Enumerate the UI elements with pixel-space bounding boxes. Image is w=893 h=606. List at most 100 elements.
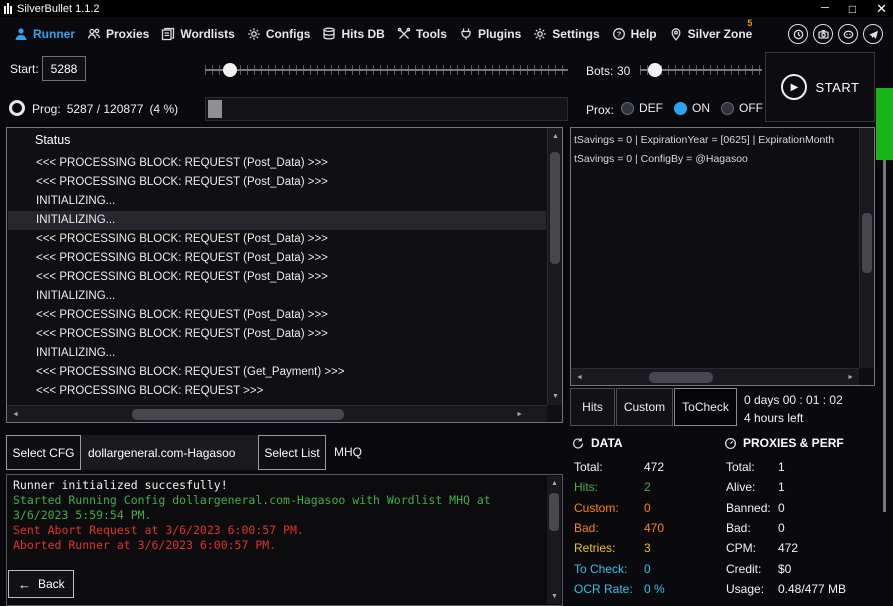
status-log-line[interactable]: <<< PROCESSING BLOCK: REQUEST (Post_Data… xyxy=(8,173,546,192)
stat-row: Usage:0.48/477 MB xyxy=(726,579,884,599)
status-log-line[interactable]: <<< PROCESSING BLOCK: REQUEST (Post_Data… xyxy=(8,154,546,173)
menu-label: Silver Zone xyxy=(688,27,753,41)
log-line: Runner initialized succesfully! xyxy=(13,478,544,493)
menu-plugins[interactable]: Plugins xyxy=(453,17,527,51)
scroll-down-icon[interactable]: ▼ xyxy=(551,593,558,600)
scroll-up-icon[interactable]: ▲ xyxy=(551,480,558,487)
stat-label: Hits: xyxy=(574,480,644,494)
status-vertical-scrollbar[interactable]: ▲ ▼ xyxy=(547,128,562,405)
proxy-stats-title: PROXIES & PERF xyxy=(743,436,844,450)
stat-label: Total: xyxy=(574,460,644,474)
bots-value: 30 xyxy=(617,64,630,78)
scroll-down-icon[interactable]: ▼ xyxy=(552,393,559,400)
prox-def-radio[interactable]: DEF xyxy=(621,101,663,115)
stat-label: To Check: xyxy=(574,562,644,576)
prox-off-radio[interactable]: OFF xyxy=(721,101,763,115)
scrollbar-thumb[interactable] xyxy=(862,213,872,273)
scroll-right-icon[interactable]: ► xyxy=(847,374,854,381)
radio-label: OFF xyxy=(739,101,763,115)
details-horizontal-scrollbar[interactable]: ◄ ► xyxy=(571,368,859,385)
menu-settings[interactable]: Settings xyxy=(527,17,605,51)
select-list-button[interactable]: Select List xyxy=(258,435,326,470)
status-log-line[interactable]: <<< PROCESSING BLOCK: REQUEST (Post_Data… xyxy=(8,306,546,325)
tab-label: Hits xyxy=(582,400,603,414)
menu-hits-db[interactable]: Hits DB xyxy=(316,17,390,51)
stat-value: 1 xyxy=(778,480,785,494)
status-log-line[interactable]: <<< PROCESSING BLOCK: REQUEST (Post_Data… xyxy=(8,268,546,287)
menu-tools[interactable]: Tools xyxy=(391,17,453,51)
radio-label: ON xyxy=(692,101,710,115)
stat-value: 3 xyxy=(644,541,651,555)
scroll-left-icon[interactable]: ◄ xyxy=(576,374,583,381)
menu-configs[interactable]: Configs xyxy=(241,17,317,51)
stat-value: 0.48/477 MB xyxy=(778,582,846,596)
history-button[interactable] xyxy=(788,24,808,44)
pages-icon xyxy=(161,27,175,41)
menu-label: Runner xyxy=(33,27,75,41)
bots-slider[interactable] xyxy=(640,63,762,77)
stat-row: To Check:0 xyxy=(574,558,722,578)
menu-label: Settings xyxy=(552,27,599,41)
status-log-line[interactable]: INITIALIZING... xyxy=(8,287,546,306)
screenshot-button[interactable] xyxy=(813,24,833,44)
bots-slider-thumb[interactable] xyxy=(648,63,662,77)
stat-label: Bad: xyxy=(574,521,644,535)
start-button[interactable]: ▶ START xyxy=(765,52,875,122)
proxy-mode-radios: DEF ON OFF xyxy=(621,101,763,115)
menu-help[interactable]: ? Help xyxy=(606,17,663,51)
data-stats-header: DATA xyxy=(572,436,722,450)
start-slider[interactable] xyxy=(205,63,568,77)
play-circle-icon: ▶ xyxy=(781,74,807,100)
status-log-line[interactable]: INITIALIZING... xyxy=(8,344,546,363)
scroll-left-icon[interactable]: ◄ xyxy=(12,411,19,418)
log-vertical-scrollbar[interactable]: ▲ ▼ xyxy=(547,476,561,604)
menu-wordlists[interactable]: Wordlists xyxy=(155,17,240,51)
runtime-timer: 0 days 00 : 01 : 02 4 hours left xyxy=(744,391,843,427)
start-slider-thumb[interactable] xyxy=(223,63,237,77)
progress-text: Prog: 5287 / 120877 (4 %) xyxy=(32,102,178,116)
scrollbar-thumb[interactable] xyxy=(132,409,344,420)
scroll-up-icon[interactable]: ▲ xyxy=(552,133,559,140)
status-log-line[interactable]: <<< PROCESSING BLOCK: REQUEST >>> xyxy=(8,382,546,401)
titlebar: SilverBullet 1.1.2 ─ □ ✕ xyxy=(0,0,893,17)
scrollbar-thumb[interactable] xyxy=(649,372,713,383)
close-icon[interactable]: ✕ xyxy=(876,2,887,15)
scrollbar-thumb[interactable] xyxy=(549,493,559,531)
menu-proxies[interactable]: Proxies xyxy=(81,17,155,51)
help-icon: ? xyxy=(612,27,626,41)
status-log-line-selected[interactable]: INITIALIZING... xyxy=(8,211,546,230)
refresh-icon xyxy=(572,437,585,450)
back-arrow-icon: ← xyxy=(18,578,31,591)
tab-tocheck[interactable]: ToCheck xyxy=(674,388,737,426)
stat-label: Custom: xyxy=(574,501,644,515)
radio-dot xyxy=(721,102,734,115)
maximize-icon[interactable]: □ xyxy=(849,3,856,15)
scroll-right-icon[interactable]: ► xyxy=(516,411,523,418)
start-input[interactable] xyxy=(42,56,86,81)
status-log-line[interactable]: INITIALIZING... xyxy=(8,192,546,211)
status-log-line[interactable]: <<< PROCESSING BLOCK: REQUEST (Post_Data… xyxy=(8,249,546,268)
menu-silver-zone[interactable]: 5 Silver Zone xyxy=(663,17,759,51)
discord-button[interactable] xyxy=(838,24,858,44)
scrollbar-thumb[interactable] xyxy=(550,152,560,264)
app-logo-icon xyxy=(4,3,12,14)
back-button[interactable]: ← Back xyxy=(8,570,74,598)
status-log-line[interactable]: <<< PROCESSING BLOCK: REQUEST (Post_Data… xyxy=(8,325,546,344)
tools-icon xyxy=(397,27,411,41)
tab-hits[interactable]: Hits xyxy=(570,388,615,426)
plug-icon xyxy=(459,27,473,41)
minimize-icon[interactable]: ─ xyxy=(821,3,829,14)
status-log-line[interactable]: <<< PROCESSING BLOCK: REQUEST (Get_Payme… xyxy=(8,363,546,382)
menu-runner[interactable]: Runner xyxy=(8,17,81,51)
log-line: Sent Abort Request at 3/6/2023 6:00:57 P… xyxy=(13,523,544,538)
tab-custom[interactable]: Custom xyxy=(616,388,673,426)
stat-value: 472 xyxy=(644,460,664,474)
details-vertical-scrollbar[interactable] xyxy=(859,128,874,368)
status-horizontal-scrollbar[interactable]: ◄ ► xyxy=(7,405,547,422)
prox-on-radio[interactable]: ON xyxy=(674,101,710,115)
gauge-icon xyxy=(724,437,737,450)
menu-label: Configs xyxy=(266,27,311,41)
select-cfg-button[interactable]: Select CFG xyxy=(6,435,81,470)
telegram-button[interactable] xyxy=(863,24,883,44)
status-log-line[interactable]: <<< PROCESSING BLOCK: REQUEST (Post_Data… xyxy=(8,230,546,249)
